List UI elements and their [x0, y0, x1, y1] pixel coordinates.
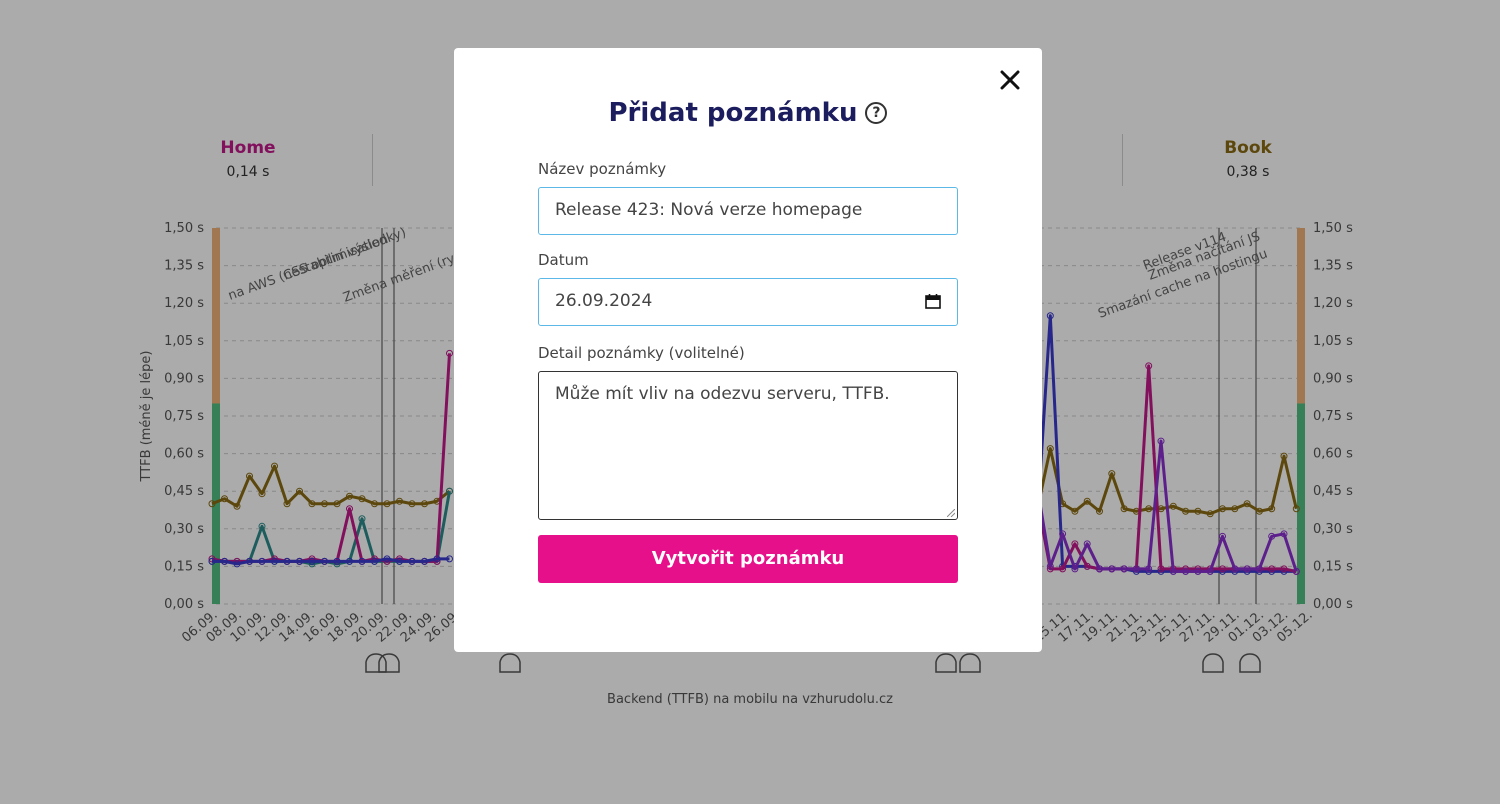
date-value: 26.09.2024 — [555, 291, 653, 311]
question-circle-icon[interactable]: ? — [865, 102, 888, 124]
calendar-icon[interactable] — [925, 294, 941, 309]
add-note-modal: Přidat poznámku? Název poznámky Release … — [454, 48, 1042, 652]
date-label: Datum — [538, 251, 589, 269]
note-name-input[interactable]: Release 423: Nová verze homepage — [538, 187, 958, 235]
resize-handle-icon[interactable] — [947, 509, 955, 517]
note-name-value: Release 423: Nová verze homepage — [555, 200, 863, 220]
note-name-label: Název poznámky — [538, 160, 667, 178]
date-input[interactable]: 26.09.2024 — [538, 278, 958, 326]
modal-title: Přidat poznámku? — [454, 98, 1042, 128]
detail-value: Může mít vliv na odezvu serveru, TTFB. — [555, 384, 890, 404]
create-note-button[interactable]: Vytvořit poznámku — [538, 535, 958, 583]
modal-title-text: Přidat poznámku — [608, 98, 858, 128]
detail-textarea[interactable]: Může mít vliv na odezvu serveru, TTFB. — [538, 371, 958, 520]
close-icon[interactable] — [996, 66, 1024, 94]
detail-label: Detail poznámky (volitelné) — [538, 344, 745, 362]
